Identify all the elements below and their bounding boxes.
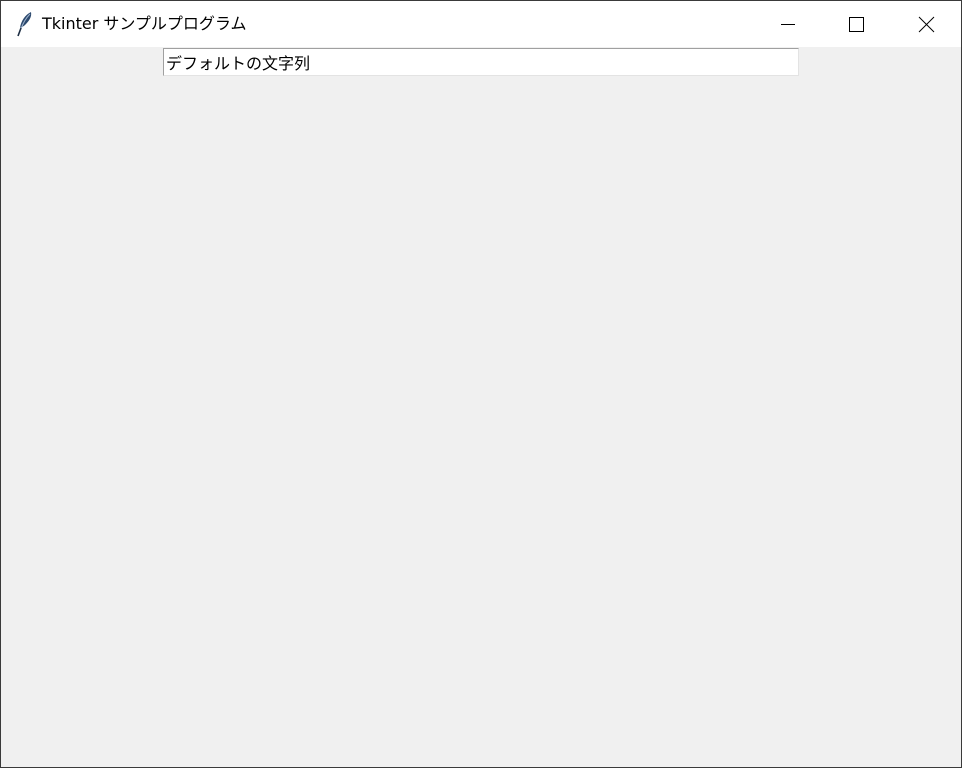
- close-button[interactable]: [892, 1, 961, 47]
- tk-feather-icon[interactable]: [16, 11, 36, 37]
- maximize-button[interactable]: [822, 1, 892, 47]
- window-title: Tkinter サンプルプログラム: [42, 14, 247, 33]
- title-bar[interactable]: Tkinter サンプルプログラム: [1, 1, 961, 47]
- window-client-area: [1, 47, 961, 767]
- text-entry[interactable]: [163, 48, 799, 76]
- app-window: Tkinter サンプルプログラム: [0, 0, 962, 768]
- maximize-icon: [849, 17, 864, 32]
- minimize-button[interactable]: [752, 1, 822, 47]
- minimize-icon: [781, 24, 795, 25]
- close-icon: [918, 16, 935, 33]
